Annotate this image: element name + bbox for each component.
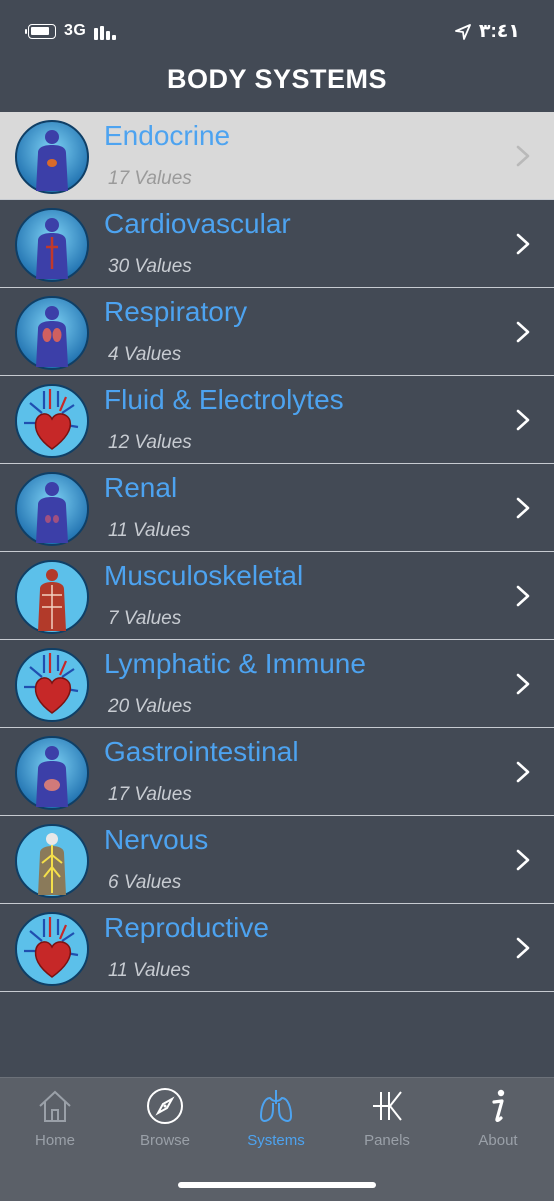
system-value-count: 7 Values xyxy=(108,608,182,629)
body-respiratory-icon xyxy=(15,296,89,370)
system-value-count: 11 Values xyxy=(108,960,191,981)
location-arrow-icon xyxy=(454,23,471,40)
list-item[interactable]: Reproductive 11 Values xyxy=(0,904,554,992)
system-name: Musculoskeletal xyxy=(104,560,304,591)
body-endocrine-icon xyxy=(15,120,89,194)
home-icon xyxy=(39,1090,71,1122)
system-name: Endocrine xyxy=(104,120,231,151)
status-time: ٣:٤١ xyxy=(478,21,520,42)
system-name: Fluid & Electrolytes xyxy=(104,384,344,415)
tab-about-label: About xyxy=(478,1132,518,1149)
system-value-count: 20 Values xyxy=(108,696,192,717)
chevron-right-icon xyxy=(516,321,530,343)
tab-home[interactable]: Home xyxy=(0,1086,110,1149)
list-item[interactable]: Fluid & Electrolytes 12 Values xyxy=(0,376,554,464)
system-value-count: 17 Values xyxy=(108,168,192,189)
chevron-right-icon xyxy=(516,409,530,431)
tab-home-label: Home xyxy=(34,1132,75,1149)
lungs-icon xyxy=(259,1090,293,1122)
list-item[interactable]: Gastrointestinal 17 Values xyxy=(0,728,554,816)
system-value-count: 30 Values xyxy=(108,256,192,277)
chevron-right-icon xyxy=(516,761,530,783)
system-name: Respiratory xyxy=(104,296,248,327)
tab-panels-label: Panels xyxy=(364,1132,410,1149)
heart-icon xyxy=(15,912,89,986)
tab-about[interactable]: About xyxy=(443,1086,553,1149)
system-name: Lymphatic & Immune xyxy=(104,648,366,679)
chevron-right-icon xyxy=(516,849,530,871)
body-cardiovascular-icon xyxy=(15,208,89,282)
compass-icon xyxy=(147,1088,183,1124)
battery-icon xyxy=(25,24,56,39)
list-item[interactable]: Cardiovascular 30 Values xyxy=(0,200,554,288)
body-renal-icon xyxy=(15,472,89,546)
system-value-count: 6 Values xyxy=(108,872,182,893)
list-item[interactable]: Lymphatic & Immune 20 Values xyxy=(0,640,554,728)
heart-icon xyxy=(15,648,89,722)
info-icon xyxy=(492,1089,505,1122)
system-name: Nervous xyxy=(104,824,209,855)
list-item[interactable]: Renal 11 Values xyxy=(0,464,554,552)
tab-browse[interactable]: Browse xyxy=(110,1086,220,1149)
system-value-count: 4 Values xyxy=(108,344,182,365)
body-systems-list: Endocrine 17 Values Cardiovascular 30 Value… xyxy=(0,112,554,992)
system-name: Reproductive xyxy=(104,912,269,943)
page-title: BODY SYSTEMS xyxy=(166,64,388,94)
system-value-count: 11 Values xyxy=(108,520,191,541)
body-gastrointestinal-icon xyxy=(15,736,89,810)
signal-strength-icon xyxy=(94,24,120,40)
list-item[interactable]: Nervous 6 Values xyxy=(0,816,554,904)
tab-systems[interactable]: Systems xyxy=(221,1086,331,1149)
system-name: Renal xyxy=(104,472,178,503)
list-item[interactable]: Respiratory 4 Values xyxy=(0,288,554,376)
tab-systems-label: Systems xyxy=(247,1132,305,1149)
system-value-count: 17 Values xyxy=(108,784,192,805)
panels-icon xyxy=(373,1091,402,1121)
system-name: Cardiovascular xyxy=(104,208,291,239)
system-value-count: 12 Values xyxy=(108,432,192,453)
status-bar: 3G ٣:٤١ xyxy=(0,0,554,62)
chevron-right-icon xyxy=(516,233,530,255)
chevron-right-icon xyxy=(516,673,530,695)
system-name: Gastrointestinal xyxy=(104,736,299,767)
list-item[interactable]: Endocrine 17 Values xyxy=(0,112,554,200)
chevron-right-icon xyxy=(516,497,530,519)
chevron-right-icon xyxy=(516,937,530,959)
chevron-right-icon xyxy=(516,585,530,607)
chevron-right-icon xyxy=(516,145,530,167)
network-type: 3G xyxy=(64,22,87,39)
heart-icon xyxy=(15,384,89,458)
home-indicator xyxy=(178,1182,376,1188)
tab-panels[interactable]: Panels xyxy=(332,1086,442,1149)
tab-browse-label: Browse xyxy=(139,1132,191,1149)
list-item[interactable]: Musculoskeletal 7 Values xyxy=(0,552,554,640)
muscle-body-icon xyxy=(15,560,89,634)
nervous-system-icon xyxy=(15,824,89,898)
